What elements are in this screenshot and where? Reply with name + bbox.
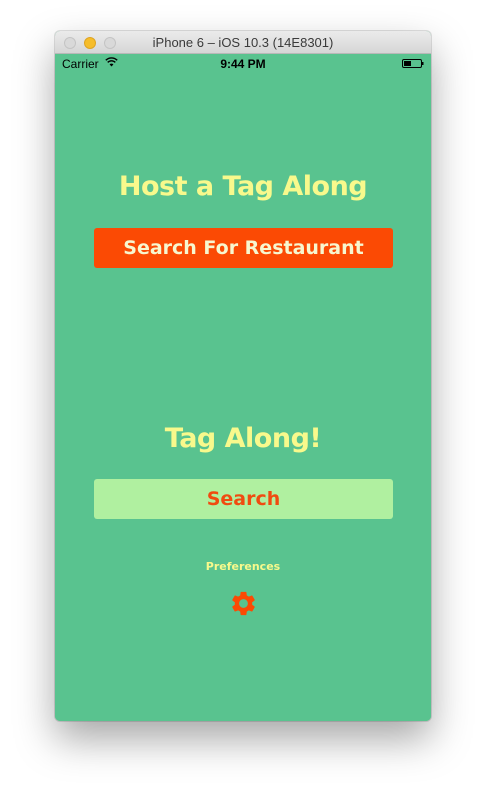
battery-icon xyxy=(402,59,424,68)
simulator-window: iPhone 6 – iOS 10.3 (14E8301) Carrier 9:… xyxy=(55,31,431,721)
gear-icon[interactable] xyxy=(229,589,258,618)
window-title: iPhone 6 – iOS 10.3 (14E8301) xyxy=(152,35,334,50)
search-button[interactable]: Search xyxy=(94,479,393,519)
host-tag-along-title: Host a Tag Along xyxy=(118,171,368,202)
window-titlebar: iPhone 6 – iOS 10.3 (14E8301) xyxy=(55,31,431,54)
search-for-restaurant-button[interactable]: Search For Restaurant xyxy=(94,228,393,268)
tag-along-title: Tag Along! xyxy=(164,423,322,454)
app-screen: Carrier 9:44 PM Host a Tag Along Search … xyxy=(55,54,431,721)
status-time: 9:44 PM xyxy=(220,57,266,71)
status-bar: Carrier 9:44 PM xyxy=(55,54,431,74)
preferences-label: Preferences xyxy=(205,560,281,573)
